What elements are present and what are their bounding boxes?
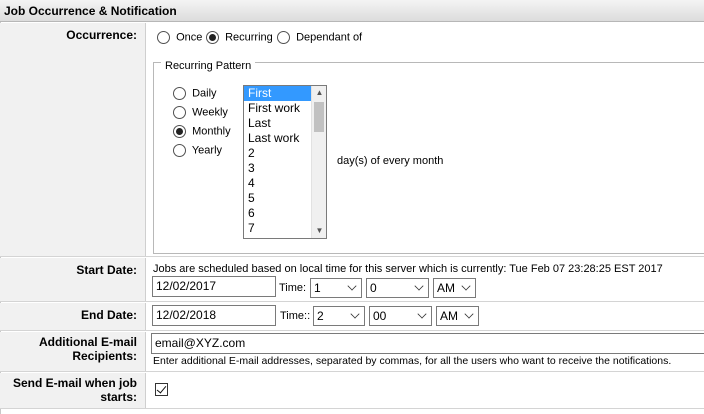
- occurrence-option-recurring[interactable]: Recurring: [206, 31, 273, 44]
- weekly-radio[interactable]: [173, 106, 186, 119]
- start-minute-select[interactable]: 0: [366, 278, 429, 298]
- yearly-radio[interactable]: [173, 144, 186, 157]
- list-item[interactable]: Last work: [244, 131, 311, 146]
- daily-label: Daily: [192, 87, 217, 100]
- list-item[interactable]: 6: [244, 206, 311, 221]
- send-email-row: Send E-mail when job starts:: [0, 373, 704, 409]
- list-item[interactable]: 3: [244, 161, 311, 176]
- send-email-checkbox[interactable]: [155, 383, 168, 396]
- recurring-label: Recurring: [225, 31, 273, 44]
- end-minute-value: 00: [373, 309, 387, 323]
- list-item[interactable]: First: [244, 86, 311, 101]
- start-minute-value: 0: [370, 281, 377, 295]
- chevron-down-icon: [464, 309, 474, 319]
- start-time-label: Time:: [279, 282, 307, 294]
- frequency-option-monthly[interactable]: Monthly: [173, 125, 231, 138]
- occurrence-label: Occurrence:: [0, 23, 146, 256]
- additional-email-help: Enter additional E-mail addresses, separ…: [153, 355, 672, 367]
- weekly-label: Weekly: [192, 106, 228, 119]
- start-date-input[interactable]: 12/02/2017: [152, 276, 276, 297]
- day-listbox[interactable]: First First work Last Last work 2 3 4 5 …: [243, 85, 327, 239]
- chevron-down-icon: [350, 309, 360, 319]
- end-date-input[interactable]: 12/02/2018: [152, 305, 276, 326]
- monthly-radio[interactable]: [173, 125, 186, 138]
- list-item[interactable]: Last: [244, 116, 311, 131]
- section-title: Job Occurrence & Notification: [0, 0, 704, 22]
- once-label: Once: [176, 31, 203, 44]
- recurring-pattern-legend: Recurring Pattern: [161, 60, 256, 72]
- occurrence-option-dependant[interactable]: Dependant of: [277, 31, 362, 44]
- end-minute-select[interactable]: 00: [369, 306, 432, 326]
- server-time-note: Jobs are scheduled based on local time f…: [153, 263, 663, 275]
- frequency-option-weekly[interactable]: Weekly: [173, 106, 228, 119]
- recurring-radio[interactable]: [206, 31, 219, 44]
- once-radio[interactable]: [157, 31, 170, 44]
- scroll-up-icon[interactable]: ▲: [312, 86, 326, 100]
- send-email-label: Send E-mail when job starts:: [0, 373, 146, 408]
- daily-radio[interactable]: [173, 87, 186, 100]
- additional-email-input[interactable]: email@XYZ.com: [151, 333, 704, 354]
- end-hour-value: 2: [317, 309, 324, 323]
- frequency-option-daily[interactable]: Daily: [173, 87, 217, 100]
- scroll-thumb[interactable]: [314, 102, 324, 132]
- end-ampm-select[interactable]: AM: [436, 306, 479, 326]
- list-item[interactable]: 5: [244, 191, 311, 206]
- list-item[interactable]: 7: [244, 221, 311, 236]
- list-item[interactable]: 2: [244, 146, 311, 161]
- start-date-label: Start Date:: [0, 258, 146, 301]
- dependant-label: Dependant of: [296, 31, 363, 44]
- end-time-label: Time::: [280, 310, 311, 322]
- additional-email-label: Additional E-mail Recipients:: [0, 332, 146, 371]
- start-hour-value: 1: [314, 281, 321, 295]
- start-ampm-select[interactable]: AM: [433, 278, 476, 298]
- list-item[interactable]: First work: [244, 101, 311, 116]
- monthly-label: Monthly: [192, 125, 231, 138]
- start-ampm-value: AM: [437, 281, 455, 295]
- list-item[interactable]: 4: [244, 176, 311, 191]
- recurrence-suffix: day(s) of every month: [337, 155, 444, 167]
- end-date-label: End Date:: [0, 303, 146, 330]
- dependant-radio[interactable]: [277, 31, 290, 44]
- listbox-scrollbar[interactable]: ▲ ▼: [311, 86, 326, 238]
- scroll-down-icon[interactable]: ▼: [312, 224, 326, 238]
- chevron-down-icon: [461, 281, 471, 291]
- end-ampm-value: AM: [440, 309, 458, 323]
- yearly-label: Yearly: [191, 144, 223, 157]
- chevron-down-icon: [347, 281, 357, 291]
- start-hour-select[interactable]: 1: [310, 278, 362, 298]
- chevron-down-icon: [417, 309, 427, 319]
- chevron-down-icon: [414, 281, 424, 291]
- occurrence-option-once[interactable]: Once: [157, 31, 202, 44]
- frequency-option-yearly[interactable]: Yearly: [173, 144, 222, 157]
- end-hour-select[interactable]: 2: [313, 306, 365, 326]
